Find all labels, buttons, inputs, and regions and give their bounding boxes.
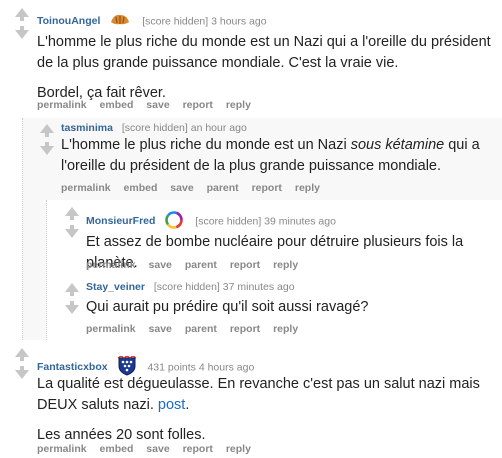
rainbow-ring-flair-icon xyxy=(164,210,184,233)
vote-arrows xyxy=(39,124,55,155)
save-button[interactable]: save xyxy=(149,259,172,271)
comment-meta: [score hidden] 3 hours ago xyxy=(142,15,267,28)
comment-tagline: Stay_veiner [score hidden] 37 minutes ag… xyxy=(86,281,295,293)
comment-author[interactable]: tasminima xyxy=(61,122,113,134)
comment-tagline: MonsieurFred [score hidden] 39 minutes a… xyxy=(86,210,336,233)
parent-button[interactable]: parent xyxy=(185,323,217,335)
downvote-arrow-icon[interactable] xyxy=(65,305,79,314)
embed-button[interactable]: embed xyxy=(124,182,158,194)
reply-button[interactable]: reply xyxy=(226,99,251,111)
comment-meta: [score hidden] 39 minutes ago xyxy=(195,215,336,228)
comment-buttons: permalink save parent report reply xyxy=(86,259,308,271)
parent-button[interactable]: parent xyxy=(185,259,217,271)
permalink-button[interactable]: permalink xyxy=(86,259,136,271)
post-link[interactable]: post xyxy=(158,397,185,413)
croissant-flair-icon xyxy=(109,13,131,30)
comment-tagline: ToinouAngel [score hidden] 3 hours ago xyxy=(37,13,267,30)
permalink-button[interactable]: permalink xyxy=(37,99,87,111)
comment-paragraph: L'homme le plus riche du monde est un Na… xyxy=(37,34,491,71)
save-button[interactable]: save xyxy=(146,99,169,111)
comment-meta: [score hidden] 37 minutes ago xyxy=(153,281,295,293)
embed-button[interactable]: embed xyxy=(100,443,134,455)
upvote-arrow-icon[interactable] xyxy=(65,283,79,292)
upvote-arrow-icon[interactable] xyxy=(15,348,29,357)
report-button[interactable]: report xyxy=(230,323,260,335)
comment-author[interactable]: MonsieurFred xyxy=(86,215,155,227)
comment-tagline: tasminima [score hidden] an hour ago xyxy=(61,122,247,134)
downvote-arrow-icon[interactable] xyxy=(15,30,29,39)
comment-paragraph: Qui aurait pu prédire qu'il soit aussi r… xyxy=(86,299,369,315)
reply-button[interactable]: reply xyxy=(273,259,298,271)
permalink-button[interactable]: permalink xyxy=(61,182,111,194)
comment-author[interactable]: ToinouAngel xyxy=(37,15,100,27)
comment-buttons: permalink embed save report reply xyxy=(37,99,261,111)
comment-paragraph: La qualité est dégueulasse. En revanche … xyxy=(37,376,480,413)
save-button[interactable]: save xyxy=(170,182,193,194)
vote-arrows xyxy=(14,348,30,379)
reply-button[interactable]: reply xyxy=(295,182,320,194)
upvote-arrow-icon[interactable] xyxy=(65,207,79,216)
comment-paragraph: L'homme le plus riche du monde est un Na… xyxy=(61,137,480,174)
downvote-arrow-icon[interactable] xyxy=(65,229,79,238)
comment-body: L'homme le plus riche du monde est un Na… xyxy=(61,135,497,186)
comment-buttons: permalink save parent report reply xyxy=(86,323,308,335)
reply-button[interactable]: reply xyxy=(273,323,298,335)
upvote-arrow-icon[interactable] xyxy=(40,124,54,133)
comment-author[interactable]: Stay_veiner xyxy=(86,281,145,293)
report-button[interactable]: report xyxy=(183,99,213,111)
downvote-arrow-icon[interactable] xyxy=(15,370,29,379)
save-button[interactable]: save xyxy=(149,323,172,335)
permalink-button[interactable]: permalink xyxy=(86,323,136,335)
comment-author[interactable]: Fantasticxbox xyxy=(37,361,108,373)
comment-body: Et assez de bombe nucléaire pour détruir… xyxy=(86,232,498,283)
vote-arrows xyxy=(14,8,30,39)
embed-button[interactable]: embed xyxy=(100,99,134,111)
vote-arrows xyxy=(64,207,80,238)
comment-buttons: permalink embed save parent report reply xyxy=(61,182,330,194)
report-button[interactable]: report xyxy=(183,443,213,455)
reply-button[interactable]: reply xyxy=(226,443,251,455)
parent-button[interactable]: parent xyxy=(207,182,239,194)
vote-arrows xyxy=(64,283,80,314)
report-button[interactable]: report xyxy=(230,259,260,271)
save-button[interactable]: save xyxy=(146,443,169,455)
comment-meta: [score hidden] an hour ago xyxy=(121,122,247,134)
comment-buttons: permalink embed save report reply xyxy=(37,443,261,455)
comment-meta: 431 points 4 hours ago xyxy=(147,361,255,374)
permalink-button[interactable]: permalink xyxy=(37,443,87,455)
upvote-arrow-icon[interactable] xyxy=(15,8,29,17)
downvote-arrow-icon[interactable] xyxy=(40,146,54,155)
report-button[interactable]: report xyxy=(252,182,282,194)
